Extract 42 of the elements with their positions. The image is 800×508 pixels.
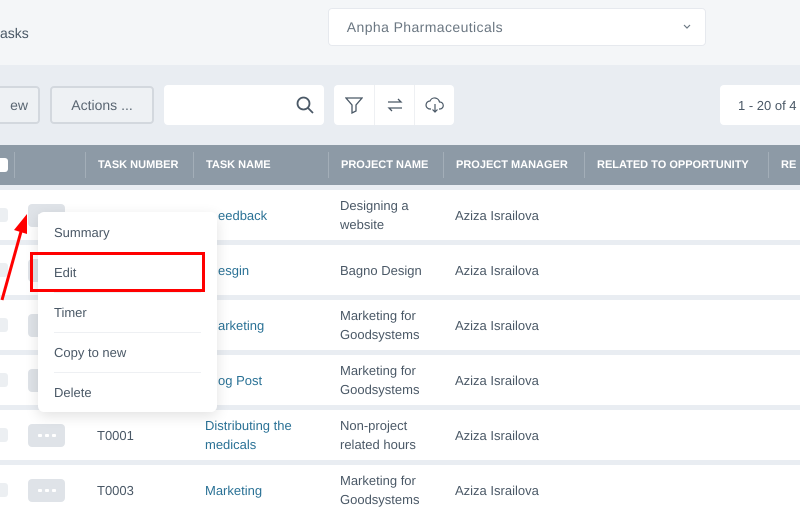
- page-title: asks: [0, 24, 29, 40]
- more-button[interactable]: [28, 424, 65, 446]
- project-manager: Aziza Israilova: [455, 262, 539, 278]
- task-name-link[interactable]: Marketing: [205, 480, 262, 500]
- project-manager: Aziza Israilova: [455, 428, 539, 442]
- column-header: RE: [768, 152, 800, 178]
- search-icon: [296, 96, 314, 114]
- menu-item[interactable]: Timer: [54, 292, 201, 332]
- project-manager: Aziza Israilova: [455, 318, 539, 332]
- task-number: T0001: [97, 428, 134, 442]
- menu-item[interactable]: Copy to new: [54, 332, 201, 372]
- swap-arrows-icon: [386, 96, 404, 114]
- search-field[interactable]: [164, 85, 324, 125]
- column-header: TASK NAME: [193, 152, 328, 178]
- filter-icon: [345, 96, 363, 114]
- column-header: PROJECT NAME: [328, 152, 443, 178]
- menu-item[interactable]: Edit: [30, 252, 205, 292]
- new-button[interactable]: ew: [0, 86, 40, 124]
- project-name: Marketing for Goodsystems: [340, 363, 420, 397]
- actions-button[interactable]: Actions ...: [50, 86, 154, 124]
- column-header: TASK NUMBER: [85, 152, 193, 178]
- project-name: Marketing for Goodsystems: [340, 473, 420, 507]
- pagination-label: 1 - 20 of 4: [720, 85, 800, 125]
- project-name: Non-project related hours: [340, 418, 416, 452]
- project-name: Bagno Design: [340, 262, 422, 278]
- company-select[interactable]: Anpha Pharmaceuticals: [328, 8, 706, 46]
- task-name-link[interactable]: Distributing the medicals: [205, 416, 322, 454]
- column-header: PROJECT MANAGER: [443, 152, 584, 178]
- chevron-down-icon: [682, 24, 691, 29]
- menu-item[interactable]: Delete: [54, 372, 201, 412]
- select-all-checkbox[interactable]: [0, 158, 8, 172]
- menu-item[interactable]: Summary: [54, 212, 201, 252]
- cloud-download-icon: [424, 96, 444, 114]
- project-name: Marketing for Goodsystems: [340, 308, 420, 342]
- project-manager: Aziza Israilova: [455, 482, 539, 498]
- task-number: T0003: [97, 482, 134, 498]
- project-manager: Aziza Israilova: [455, 372, 539, 388]
- column-header: RELATED TO OPPORTUNITY: [584, 152, 768, 178]
- more-button[interactable]: [28, 478, 65, 502]
- project-name: Designing a website: [340, 198, 409, 232]
- row-checkbox[interactable]: [0, 263, 8, 277]
- project-manager: Aziza Israilova: [455, 208, 539, 222]
